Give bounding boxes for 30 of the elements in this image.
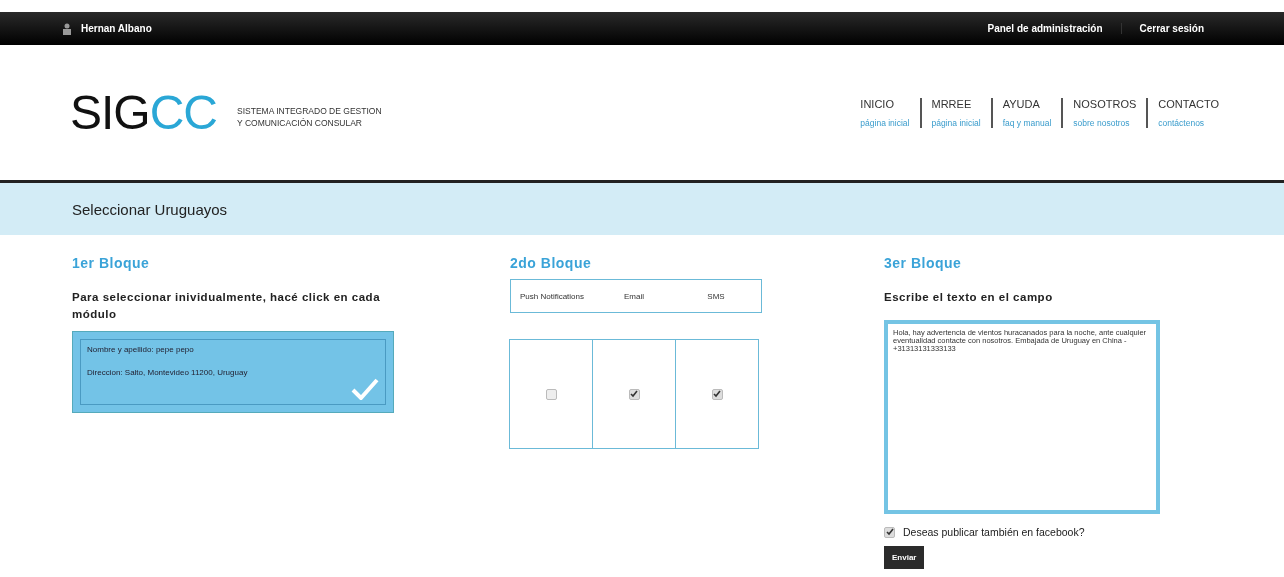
logo: SIGCC <box>70 85 217 140</box>
nav-link[interactable]: INICIO página inicial <box>850 97 920 128</box>
instruction-text: Para seleccionar inividualmente, hacé click en cada módulo <box>72 290 382 322</box>
channel-label: Push Notifications <box>519 291 585 301</box>
person-address: Direccion: Salto, Montevideo 11200, Uruguay <box>87 368 249 377</box>
channel-label: Email <box>623 291 645 301</box>
send-button[interactable]: Enviar <box>884 546 925 569</box>
check-icon <box>351 378 379 400</box>
user-icon <box>62 22 72 35</box>
checkbox[interactable] <box>545 388 557 400</box>
checkbox-label: Deseas publicar también en facebook? <box>903 526 1085 538</box>
nav-link[interactable]: NOSOTROS sobre nosotros <box>1061 97 1147 128</box>
checkbox[interactable] <box>628 388 640 400</box>
top-bar-link[interactable]: Cerrar sesión <box>1120 23 1222 34</box>
nav-link[interactable]: MRREE página inicial <box>919 97 991 128</box>
nav-link[interactable]: AYUDA faq y manual <box>990 97 1062 128</box>
channel-label: SMS <box>706 291 726 301</box>
logo-tagline: SISTEMA INTEGRADO DE GESTION Y COMUNICACIÓN CONSULAR <box>237 104 382 129</box>
field-prompt: Escribe el texto en el campo <box>884 290 1054 305</box>
block-heading: 1er Bloque <box>72 255 150 271</box>
person-name: Nombre y apellido: pepe pepo <box>87 345 195 354</box>
block-heading: 2do Bloque <box>510 255 592 271</box>
block-heading: 3er Bloque <box>884 255 962 271</box>
top-bar-link[interactable]: Panel de administración <box>969 23 1121 34</box>
checkbox[interactable] <box>884 526 895 538</box>
person-card[interactable]: Nombre y apellido: pepe pepo Direccion: Salto, Montevideo 11200, Uruguay <box>72 331 394 413</box>
page-title: Seleccionar Uruguayos <box>72 200 228 218</box>
checkbox[interactable] <box>711 388 723 400</box>
user-name: Hernan Albano <box>81 23 152 34</box>
nav-link[interactable]: CONTACTO contáctenos <box>1146 97 1229 128</box>
